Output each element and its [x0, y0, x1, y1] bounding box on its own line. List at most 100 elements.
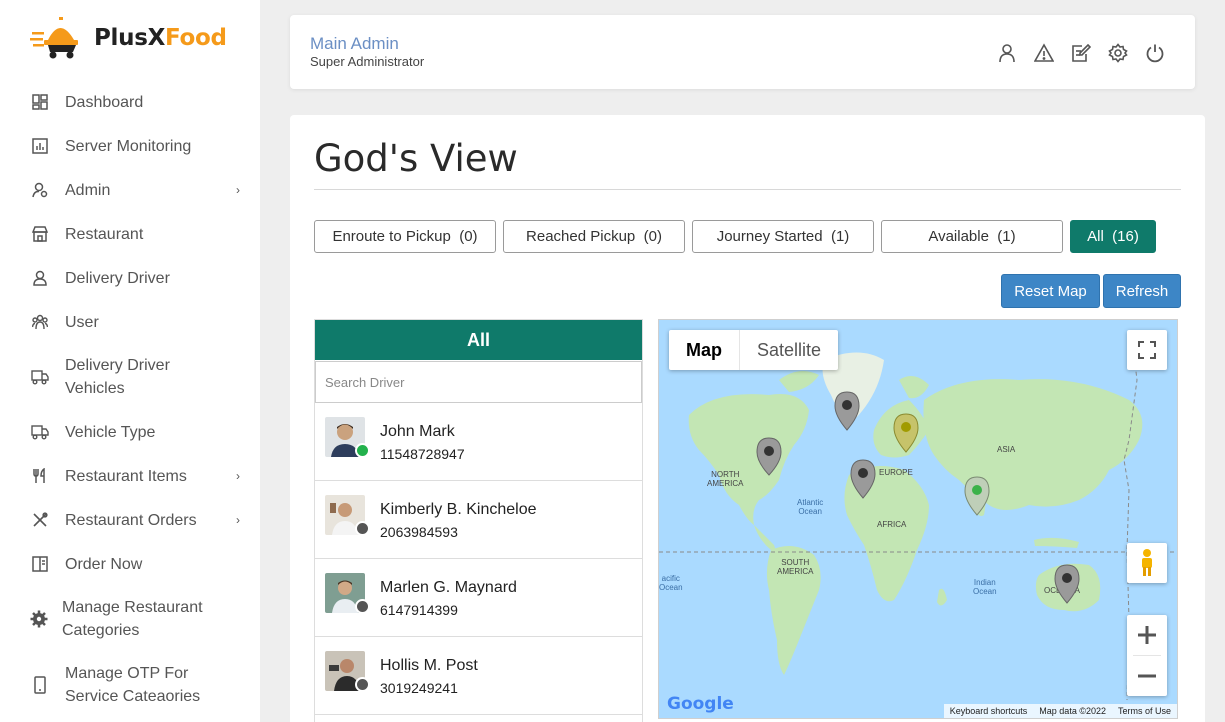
keyboard-shortcuts-link[interactable]: Keyboard shortcuts	[950, 706, 1028, 716]
filter-reached-pickup[interactable]: Reached Pickup (0)	[503, 220, 685, 253]
profile-icon[interactable]	[997, 43, 1017, 63]
page-title: God's View	[314, 137, 518, 180]
map-type-map-button[interactable]: Map	[669, 330, 739, 370]
filter-all[interactable]: All (16)	[1070, 220, 1156, 253]
google-logo[interactable]: Google	[667, 694, 734, 714]
zoom-controls	[1127, 615, 1167, 696]
status-online-indicator	[355, 443, 370, 458]
driver-marker[interactable]	[1054, 564, 1080, 604]
header-actions	[997, 43, 1165, 63]
pegman-icon	[1142, 549, 1152, 576]
menu-book-icon	[31, 555, 49, 573]
driver-row[interactable]: Kimberly B. Kincheloe 2063984593	[315, 481, 642, 559]
chevron-right-icon: ›	[236, 469, 240, 483]
street-view-pegman[interactable]	[1127, 543, 1167, 583]
terms-of-use-link[interactable]: Terms of Use	[1118, 706, 1171, 716]
map-data-attribution: Map data ©2022	[1039, 706, 1106, 716]
driver-name: Kimberly B. Kincheloe	[380, 501, 537, 518]
phone-icon	[31, 676, 49, 694]
settings-icon[interactable]	[1108, 43, 1128, 63]
driver-name: John Mark	[380, 423, 455, 440]
sidebar-item-vehicle-type[interactable]: Vehicle Type	[0, 410, 260, 454]
driver-marker[interactable]	[850, 459, 876, 499]
sidebar-item-server-monitoring[interactable]: Server Monitoring	[0, 124, 260, 168]
power-icon[interactable]	[1145, 43, 1165, 63]
map-type-toggle: Map Satellite	[669, 330, 839, 370]
dashboard-icon	[31, 93, 49, 111]
driver-icon	[31, 269, 49, 287]
sidebar-item-manage-restaurant-categories[interactable]: Manage Restaurant Categories	[0, 586, 260, 652]
food-cart-logo-icon	[30, 14, 86, 62]
filter-available[interactable]: Available (1)	[881, 220, 1063, 253]
search-driver-input[interactable]	[316, 362, 641, 402]
sidebar-item-label: Restaurant Items	[65, 467, 187, 485]
sidebar-item-label: Order Now	[65, 555, 143, 573]
world-map[interactable]: NORTH AMERICA SOUTH AMERICA EUROPE AFRIC…	[658, 319, 1178, 719]
fork-knife-icon	[31, 467, 49, 485]
sidebar-item-label: Delivery Driver Vehicles	[65, 357, 170, 397]
sidebar-item-user[interactable]: User	[0, 300, 260, 344]
zoom-out-button[interactable]	[1127, 656, 1167, 696]
filter-journey-started[interactable]: Journey Started (1)	[692, 220, 874, 253]
driver-phone: 2063984593	[380, 524, 458, 540]
sidebar-item-label: Vehicle Type	[65, 423, 156, 441]
users-icon	[31, 313, 49, 331]
brand-logo[interactable]: PlusXFood	[30, 14, 227, 62]
sidebar-item-delivery-driver-vehicles[interactable]: Delivery Driver Vehicles	[0, 344, 260, 410]
minus-icon	[1138, 674, 1156, 678]
sidebar-item-label: Manage Restaurant Categories	[62, 599, 203, 639]
top-header: Main Admin Super Administrator	[290, 15, 1195, 89]
driver-list-panel: All John Mark 11548728947 Kimberly B. Ki…	[314, 319, 643, 722]
zoom-in-button[interactable]	[1127, 615, 1167, 655]
driver-row[interactable]: Hollis M. Post 3019249241	[315, 637, 642, 715]
utensils-cross-icon	[31, 511, 49, 529]
sidebar-item-label: Restaurant Orders	[65, 511, 197, 529]
driver-marker[interactable]	[756, 437, 782, 476]
divider	[314, 189, 1181, 190]
driver-phone: 11548728947	[380, 446, 465, 462]
filter-enroute-to-pickup[interactable]: Enroute to Pickup (0)	[314, 220, 496, 253]
sidebar-item-label: Server Monitoring	[65, 137, 192, 155]
sidebar-item-label: Restaurant	[65, 225, 144, 243]
edit-icon[interactable]	[1071, 43, 1092, 63]
sidebar-item-label: User	[65, 313, 99, 331]
store-icon	[31, 225, 49, 243]
driver-marker[interactable]	[834, 391, 860, 431]
gear-icon	[30, 610, 48, 628]
sidebar-item-delivery-driver[interactable]: Delivery Driver	[0, 256, 260, 300]
driver-row[interactable]: Marlen G. Maynard 6147914399	[315, 559, 642, 637]
status-offline-indicator	[355, 521, 370, 536]
driver-name: Marlen G. Maynard	[380, 579, 517, 596]
user-gear-icon	[31, 181, 49, 199]
sidebar-item-label: Dashboard	[65, 93, 144, 111]
fullscreen-button[interactable]	[1127, 330, 1167, 370]
sidebar-item-label: Delivery Driver	[65, 269, 170, 287]
sidebar-item-manage-otp[interactable]: Manage OTP For Service Cateaories	[0, 652, 260, 718]
sidebar-item-admin[interactable]: Admin ›	[0, 168, 260, 212]
reset-map-button[interactable]: Reset Map	[1001, 274, 1100, 308]
fullscreen-icon	[1138, 341, 1156, 359]
sidebar-item-restaurant[interactable]: Restaurant	[0, 212, 260, 256]
status-filters: Enroute to Pickup (0) Reached Pickup (0)…	[314, 220, 1156, 253]
sidebar-item-order-now[interactable]: Order Now	[0, 542, 260, 586]
sidebar-item-restaurant-orders[interactable]: Restaurant Orders ›	[0, 498, 260, 542]
driver-marker-journey-started[interactable]	[893, 413, 919, 453]
sidebar-item-label: Admin	[65, 181, 111, 199]
sidebar-item-restaurant-items[interactable]: Restaurant Items ›	[0, 454, 260, 498]
driver-phone: 3019249241	[380, 680, 458, 696]
admin-name: Main Admin	[310, 34, 399, 53]
driver-row[interactable]: John Mark 11548728947	[315, 403, 642, 481]
sidebar-item-label: Manage OTP For Service Cateaories	[65, 665, 201, 705]
admin-role: Super Administrator	[310, 54, 425, 69]
chevron-right-icon: ›	[236, 183, 240, 197]
map-attribution: Keyboard shortcuts Map data ©2022 Terms …	[943, 704, 1177, 718]
map-type-satellite-button[interactable]: Satellite	[739, 330, 838, 370]
alert-icon[interactable]	[1033, 43, 1055, 63]
refresh-button[interactable]: Refresh	[1103, 274, 1181, 308]
driver-search-box	[315, 361, 642, 403]
driver-marker-available[interactable]	[964, 476, 990, 516]
sidebar-item-dashboard[interactable]: Dashboard	[0, 80, 260, 124]
driver-list-title: All	[315, 320, 642, 360]
truck-icon	[31, 423, 49, 441]
monitor-chart-icon	[31, 137, 49, 155]
